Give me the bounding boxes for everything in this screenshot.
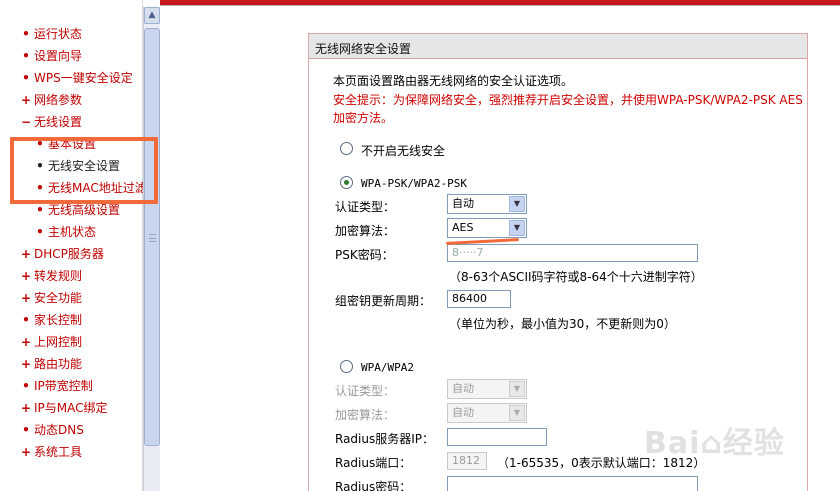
sidebar-item-label: DHCP服务器 bbox=[34, 247, 104, 261]
bullet-icon: • bbox=[22, 71, 30, 85]
sidebar-item-label: 安全功能 bbox=[34, 291, 83, 305]
sidebar-item-label: 无线设置 bbox=[34, 115, 83, 129]
sidebar-item-label: 动态DNS bbox=[34, 423, 84, 437]
psk-encryption-value: AES bbox=[452, 221, 474, 234]
sidebar-item-label: 无线高级设置 bbox=[48, 203, 121, 217]
watermark-logo: Bai⌂经验 bbox=[644, 414, 834, 464]
sidebar-item-label: 转发规则 bbox=[34, 269, 83, 283]
bullet-icon: • bbox=[22, 49, 30, 63]
sidebar-item-10[interactable]: + DHCP服务器 bbox=[0, 243, 143, 265]
highlight-annotation bbox=[10, 137, 158, 204]
sidebar-item-label: 设置向导 bbox=[34, 49, 83, 63]
sidebar-item-16[interactable]: • IP带宽控制 bbox=[0, 375, 143, 397]
radius-port-label: Radius端口： bbox=[335, 456, 412, 470]
expand-icon: + bbox=[20, 335, 32, 349]
option-wpa-label: WPA/WPA2 bbox=[361, 361, 414, 374]
expand-icon: + bbox=[20, 291, 32, 305]
psk-auth-select[interactable]: 自动 ▼ bbox=[447, 194, 527, 214]
psk-encryption-label: 加密算法： bbox=[335, 224, 396, 238]
radius-password-input[interactable] bbox=[447, 476, 698, 491]
sidebar-item-label: 家长控制 bbox=[34, 313, 83, 327]
security-warning-line2: 加密方法。 bbox=[333, 111, 394, 125]
sidebar-item-label: IP带宽控制 bbox=[34, 379, 93, 393]
sidebar-menu: • 运行状态 • 设置向导 • WPS一键安全设定 + 网络参数 − 无线设置 • 基本设置 • 无线安全… bbox=[0, 23, 147, 463]
radius-ip-input[interactable] bbox=[447, 428, 547, 446]
psk-password-hint: （8-63个ASCII码字符或8-64个十六进制字符） bbox=[449, 270, 703, 284]
wpa-auth-value: 自动 bbox=[452, 382, 474, 395]
scroll-up-icon[interactable]: ▲ bbox=[144, 7, 160, 24]
chevron-down-icon: ▼ bbox=[509, 220, 525, 236]
expand-icon: + bbox=[20, 445, 32, 459]
radio-no-security[interactable] bbox=[340, 142, 353, 155]
bullet-icon: • bbox=[22, 313, 30, 327]
security-warning-line1: 安全提示：为保障网络安全，强烈推荐开启安全设置，并使用WPA-PSK/WPA2-… bbox=[333, 93, 803, 107]
psk-password-label: PSK密码： bbox=[335, 248, 394, 262]
sidebar-item-label: WPS一键安全设定 bbox=[34, 71, 133, 85]
radio-wpa-psk[interactable] bbox=[340, 176, 353, 189]
wpa-auth-select[interactable]: 自动 ▼ bbox=[447, 379, 527, 399]
psk-auth-value: 自动 bbox=[452, 197, 474, 210]
sidebar-item-9[interactable]: • 主机状态 bbox=[0, 221, 143, 243]
sidebar-item-label: 路由功能 bbox=[34, 357, 83, 371]
sidebar-item-3[interactable]: + 网络参数 bbox=[0, 89, 143, 111]
expand-icon: + bbox=[20, 401, 32, 415]
watermark-text: Bai⌂经验 bbox=[644, 426, 785, 461]
chevron-down-icon: ▼ bbox=[509, 405, 525, 421]
bullet-icon: • bbox=[22, 27, 30, 41]
option-no-security-label: 不开启无线安全 bbox=[361, 144, 446, 158]
grip-icon bbox=[149, 234, 156, 242]
psk-encryption-select[interactable]: AES ▼ bbox=[447, 218, 527, 238]
sidebar-item-17[interactable]: + IP与MAC绑定 bbox=[0, 397, 143, 419]
sidebar-item-15[interactable]: + 路由功能 bbox=[0, 353, 143, 375]
sidebar-item-label: 运行状态 bbox=[34, 27, 83, 41]
bullet-icon: • bbox=[22, 379, 30, 393]
psk-auth-label: 认证类型： bbox=[335, 200, 396, 214]
sidebar-item-4[interactable]: − 无线设置 bbox=[0, 111, 143, 133]
wpa-encryption-label: 加密算法： bbox=[335, 408, 396, 422]
sidebar-item-label: 主机状态 bbox=[48, 225, 97, 239]
sidebar-item-11[interactable]: + 转发规则 bbox=[0, 265, 143, 287]
expand-icon: + bbox=[20, 247, 32, 261]
radius-password-label: Radius密码： bbox=[335, 480, 412, 491]
collapse-icon: − bbox=[20, 115, 32, 129]
sidebar-item-label: IP与MAC绑定 bbox=[34, 401, 108, 415]
expand-icon: + bbox=[20, 357, 32, 371]
sidebar-item-13[interactable]: • 家长控制 bbox=[0, 309, 143, 331]
intro-text: 本页面设置路由器无线网络的安全认证选项。 bbox=[333, 74, 574, 88]
bullet-icon: • bbox=[22, 423, 30, 437]
radio-wpa-enterprise[interactable] bbox=[340, 360, 353, 373]
wpa-encryption-select[interactable]: 自动 ▼ bbox=[447, 403, 527, 423]
sidebar-item-19[interactable]: + 系统工具 bbox=[0, 441, 143, 463]
psk-password-input[interactable]: 8·····7 bbox=[447, 244, 698, 262]
sidebar-item-label: 上网控制 bbox=[34, 335, 83, 349]
chevron-down-icon: ▼ bbox=[509, 196, 525, 212]
radius-port-input[interactable]: 1812 bbox=[447, 452, 487, 470]
sidebar-item-2[interactable]: • WPS一键安全设定 bbox=[0, 67, 143, 89]
group-key-renew-input[interactable]: 86400 bbox=[447, 290, 511, 308]
panel-header: 无线网络安全设置 bbox=[309, 34, 807, 59]
sidebar-scrollbar[interactable]: ▲ bbox=[143, 7, 160, 491]
wpa-encryption-value: 自动 bbox=[452, 406, 474, 419]
sidebar-item-label: 系统工具 bbox=[34, 445, 83, 459]
group-key-renew-label: 组密钥更新周期： bbox=[335, 294, 432, 308]
expand-icon: + bbox=[20, 269, 32, 283]
chevron-down-icon: ▼ bbox=[509, 381, 525, 397]
page-title: 无线网络安全设置 bbox=[315, 42, 412, 56]
top-divider bbox=[160, 5, 840, 6]
option-wpa-psk-label: WPA-PSK/WPA2-PSK bbox=[361, 177, 467, 190]
sidebar-item-18[interactable]: • 动态DNS bbox=[0, 419, 143, 441]
scroll-thumb[interactable] bbox=[144, 28, 160, 446]
sidebar-item-1[interactable]: • 设置向导 bbox=[0, 45, 143, 67]
wpa-auth-label: 认证类型： bbox=[335, 384, 396, 398]
expand-icon: + bbox=[20, 93, 32, 107]
sidebar-item-label: 网络参数 bbox=[34, 93, 83, 107]
sidebar-item-0[interactable]: • 运行状态 bbox=[0, 23, 143, 45]
group-key-renew-hint: （单位为秒，最小值为30，不更新则为0） bbox=[449, 317, 676, 331]
radius-ip-label: Radius服务器IP： bbox=[335, 432, 435, 446]
bullet-icon: • bbox=[36, 225, 44, 239]
sidebar: • 运行状态 • 设置向导 • WPS一键安全设定 + 网络参数 − 无线设置 • 基本设置 • 无线安全… bbox=[0, 0, 147, 491]
sidebar-item-14[interactable]: + 上网控制 bbox=[0, 331, 143, 353]
sidebar-item-12[interactable]: + 安全功能 bbox=[0, 287, 143, 309]
